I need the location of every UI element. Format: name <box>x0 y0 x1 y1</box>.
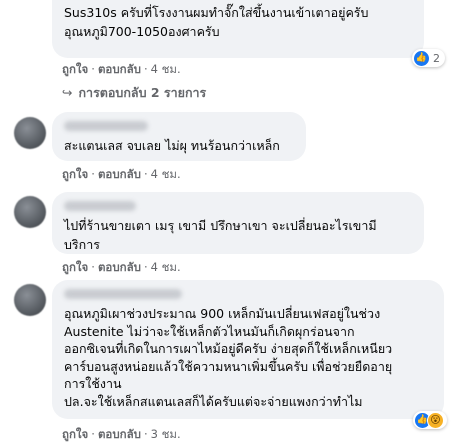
like-icon: 👍 <box>414 50 429 66</box>
author-name-blurred[interactable] <box>64 121 148 131</box>
comment-bubble: สะแตนเลส จบเลย ไม่ผุ ทนร้อนกว่าเหล็ก <box>52 112 306 161</box>
comment-text: สะแตนเลส จบเลย ไม่ผุ ทนร้อนกว่าเหล็ก <box>64 138 280 153</box>
like-button[interactable]: ถูกใจ <box>62 427 88 441</box>
comment-actions: ถูกใจ · ตอบกลับ · 4 ชม. <box>62 260 181 274</box>
reaction-summary[interactable]: 👍 😮 <box>413 411 447 429</box>
comment-bubble: Sus310s ครับที่โรงงานผมทำจั๊กใส่ขึ้นงานเ… <box>52 0 424 58</box>
avatar[interactable] <box>14 196 46 228</box>
timestamp[interactable]: 4 ชม. <box>151 260 181 274</box>
comment-bubble: ไปที่ร้านขายเตา เมรุ เขามี ปรึกษาเขา จะเ… <box>52 192 424 254</box>
comment-actions: ถูกใจ · ตอบกลับ · 3 ชม. <box>62 427 181 441</box>
author-name-blurred[interactable] <box>64 201 136 211</box>
comment-text: ไปที่ร้านขายเตา เมรุ เขามี ปรึกษาเขา จะเ… <box>64 218 377 252</box>
author-name-blurred[interactable] <box>64 289 182 299</box>
timestamp[interactable]: 3 ชม. <box>151 427 181 441</box>
comment-bubble: อุณหภูมิเผาช่วงประมาณ 900 เหล็กมันเปลี่ย… <box>52 280 444 419</box>
reply-button[interactable]: ตอบกลับ <box>98 62 141 76</box>
comment-text: อุณหภูมิเผาช่วงประมาณ 900 เหล็กมันเปลี่ย… <box>64 306 393 409</box>
like-button[interactable]: ถูกใจ <box>62 260 88 274</box>
comment-actions: ถูกใจ · ตอบกลับ · 4 ชม. <box>62 62 181 76</box>
reaction-summary[interactable]: 👍 2 <box>412 49 445 67</box>
like-button[interactable]: ถูกใจ <box>62 167 88 181</box>
view-replies-link[interactable]: ↪ การตอบกลับ 2 รายการ <box>62 83 206 103</box>
timestamp[interactable]: 4 ชม. <box>151 167 181 181</box>
comment-text: Sus310s ครับที่โรงงานผมทำจั๊กใส่ขึ้นงานเ… <box>64 5 369 39</box>
avatar[interactable] <box>14 284 46 316</box>
like-button[interactable]: ถูกใจ <box>62 62 88 76</box>
reply-arrow-icon: ↪ <box>62 85 73 100</box>
timestamp[interactable]: 4 ชม. <box>151 62 181 76</box>
reply-button[interactable]: ตอบกลับ <box>98 260 141 274</box>
reply-button[interactable]: ตอบกลับ <box>98 167 141 181</box>
wow-icon: 😮 <box>427 411 444 429</box>
reply-button[interactable]: ตอบกลับ <box>98 427 141 441</box>
comment-actions: ถูกใจ · ตอบกลับ · 4 ชม. <box>62 167 181 181</box>
avatar[interactable] <box>14 117 46 149</box>
